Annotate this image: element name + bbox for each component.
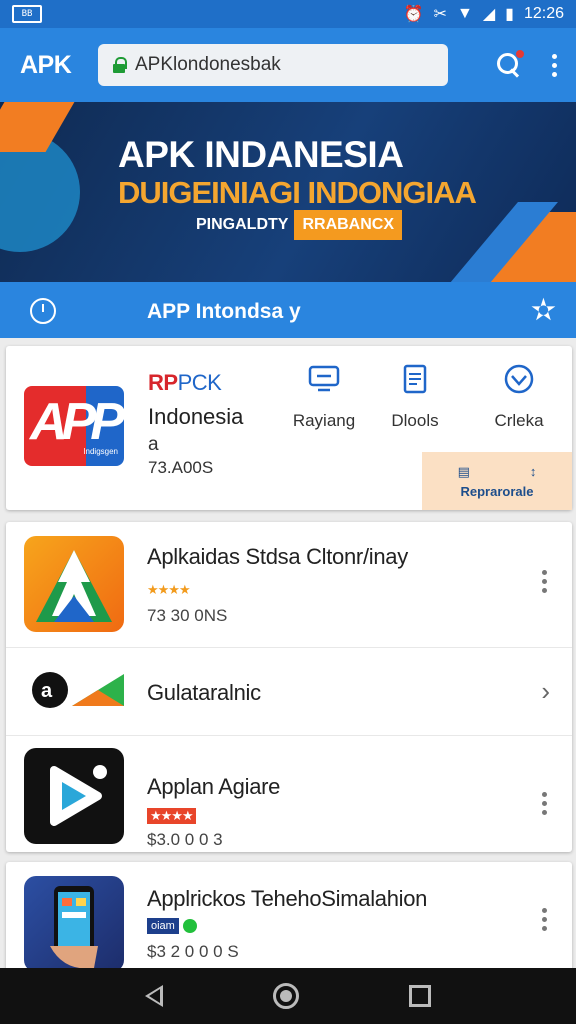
online-dot-icon [182,919,197,933]
featured-app-subtitle: Indonesia [148,404,244,429]
app-bar: APK APKlondonesbak [0,28,576,102]
sort-icon: ↕ [529,463,537,479]
system-nav-bar [0,968,576,1024]
back-icon[interactable] [145,985,163,1007]
featured-app-name: RPPCK [148,370,222,395]
app-list: Aplkaidas Stdsa Cltonr/inay ★★★★ 73 30 0… [6,522,572,852]
more-options-icon[interactable] [538,792,550,815]
status-time: 12:26 [523,5,564,22]
address-bar[interactable]: APKlondonesbak [98,44,448,86]
banner-title: APK INDANESIA [118,134,404,175]
monitor-icon [308,365,340,392]
battery-icon: ▮ [505,6,514,23]
featured-app-card[interactable]: APP Indigsgen RPPCK Indonesia a 73.A00S … [6,346,572,510]
list-item[interactable]: Applan Agiare ★★★★ $3.0 0 0 3 [6,736,572,852]
app-title: Applrickos TehehoSimalahion [147,886,428,911]
featured-app-size: 73.A00S [148,458,214,477]
app-size: 73 30 0NS [147,606,228,625]
lock-icon [112,57,127,73]
section-title: APP Intondsa y [147,300,301,323]
app-icon-triangle [24,536,124,632]
action-rating[interactable]: Rayiang [284,364,364,431]
star-icon[interactable]: ✫ [531,293,556,328]
app-size: $3.0 0 0 3 [147,830,223,849]
list-item[interactable]: Aplkaidas Stdsa Cltonr/inay ★★★★ 73 30 0… [6,522,572,648]
home-icon[interactable] [273,983,299,1009]
repository-button[interactable]: ▤ ↕ Reprarorale [422,452,572,510]
alarm-icon: ⏰ [403,6,424,23]
banner-tagline: PINGALDTY RRABANCX [190,210,403,240]
notification-dot [516,50,524,58]
svg-text:a: a [41,680,53,702]
status-icons: ⏰ ✂ ▼ ◢ ▮ 12:26 [404,4,564,24]
rating-stars: ★★★★ [147,808,196,824]
featured-app-extra: a [148,434,159,455]
document-icon [403,364,427,394]
rating-stars: ★★★★ [147,582,191,597]
banner-subtitle: DUIGEINIAGI INDONGIAA [118,175,477,210]
clock-icon[interactable] [30,298,56,324]
featured-app-logo: APP Indigsgen [24,386,124,466]
more-options-icon[interactable] [538,570,550,593]
list-item[interactable]: Applrickos TehehoSimalahion oiam $3 2 0 … [6,862,572,972]
app-brand[interactable]: APK [20,51,98,80]
search-icon[interactable] [496,50,524,78]
section-header: APP Intondsa y ✫ [0,282,576,338]
app-title: Aplkaidas Stdsa Cltonr/inay [147,544,408,569]
app-icon-play [24,748,124,844]
app-size: $3 2 0 0 0 S [147,942,239,961]
app-icon-phone [24,876,124,972]
wifi-icon: ▼ [456,5,473,22]
chevron-right-icon[interactable]: › [541,676,550,707]
mute-icon: ✂ [433,6,447,23]
action-tools[interactable]: Dlools [375,364,455,431]
hero-banner[interactable]: APK INDANESIA DUIGEINIAGI INDONGIAA PING… [0,102,576,282]
notification-icon: BB [12,5,42,23]
app-icon-swoosh: a [32,672,124,708]
action-check[interactable]: Crleka [479,364,559,431]
app-badge: oiam [147,918,197,934]
app-card[interactable]: Applrickos TehehoSimalahion oiam $3 2 0 … [6,862,572,972]
list-item[interactable]: a Gulataralnic › [6,648,572,736]
recents-icon[interactable] [409,985,431,1007]
heart-shield-icon [504,364,534,394]
app-title: Applan Agiare [147,774,281,799]
app-title: Gulataralnic [147,680,261,705]
overflow-menu-icon[interactable] [548,53,560,77]
address-text: APKlondonesbak [135,54,281,75]
signal-icon: ◢ [482,6,496,23]
more-options-icon[interactable] [538,908,550,931]
status-bar: BB ⏰ ✂ ▼ ◢ ▮ 12:26 [0,0,576,28]
layout-icon: ▤ [457,463,470,479]
